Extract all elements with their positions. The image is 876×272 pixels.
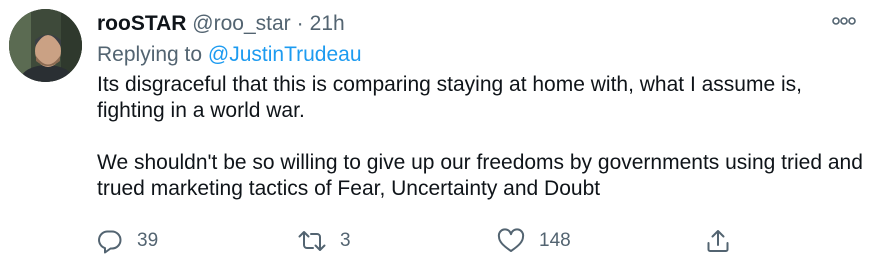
avatar[interactable] xyxy=(9,9,82,82)
author-name[interactable]: rooSTAR xyxy=(97,12,186,35)
reply-icon xyxy=(98,230,122,254)
more-icon xyxy=(832,17,856,25)
tweet-text: Its disgraceful that this is comparing s… xyxy=(97,72,867,202)
replying-to-label: Replying to xyxy=(97,43,208,66)
author-handle[interactable]: @roo_star xyxy=(192,12,290,35)
heart-icon xyxy=(497,228,525,252)
tweet-header: rooSTAR @roo_star · 21h xyxy=(97,11,345,37)
share-icon xyxy=(707,230,729,252)
like-count: 148 xyxy=(539,230,571,251)
replying-to: Replying to @JustinTrudeau xyxy=(97,42,362,68)
tweet-timestamp[interactable]: 21h xyxy=(310,12,345,35)
retweet-icon xyxy=(298,231,326,251)
separator-dot: · xyxy=(296,12,304,35)
tweet-card[interactable]: rooSTAR @roo_star · 21h Replying to @Justi… xyxy=(0,0,876,272)
tweet-paragraph: Its disgraceful that this is comparing s… xyxy=(97,73,802,122)
like-button[interactable]: 148 xyxy=(497,226,571,256)
more-button[interactable] xyxy=(830,10,858,32)
retweet-button[interactable]: 3 xyxy=(298,226,351,256)
retweet-count: 3 xyxy=(340,230,351,251)
share-button[interactable] xyxy=(705,226,731,256)
tweet-paragraph: We shouldn't be so willing to give up ou… xyxy=(97,151,863,200)
reply-button[interactable]: 39 xyxy=(97,226,158,256)
mention-link[interactable]: @JustinTrudeau xyxy=(208,43,362,66)
reply-count: 39 xyxy=(137,230,159,251)
